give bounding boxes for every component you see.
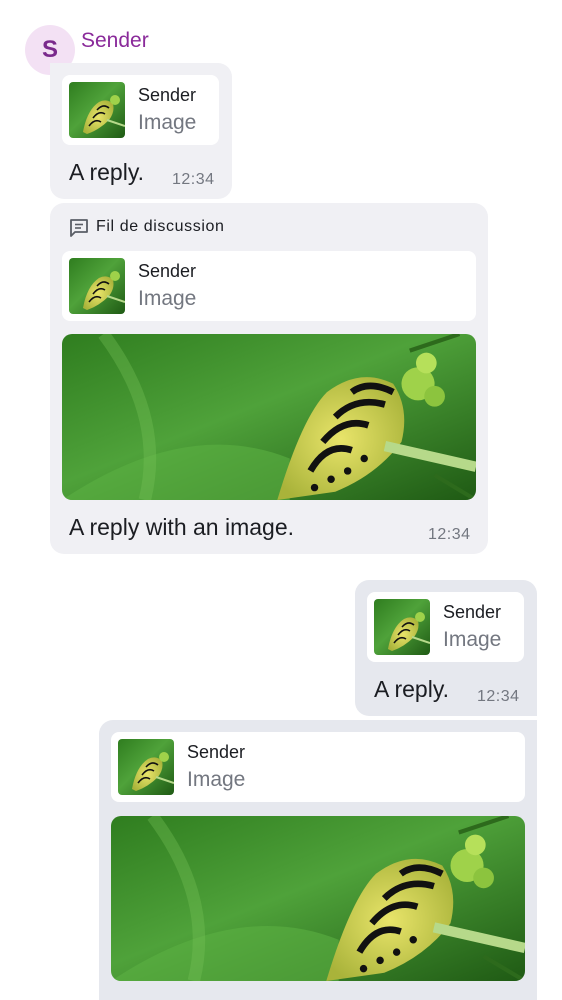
message-text: A reply. bbox=[69, 159, 144, 185]
thread-icon bbox=[68, 217, 90, 239]
caterpillar-thumbnail-icon bbox=[69, 82, 125, 138]
message-timestamp: 12:34 bbox=[428, 526, 471, 543]
reply-sender-name: Sender bbox=[187, 742, 246, 762]
reply-sender-name: Sender bbox=[138, 261, 197, 281]
reply-preview[interactable]: Sender Image bbox=[62, 75, 219, 145]
reply-content-type: Image bbox=[138, 287, 197, 310]
message-bubble[interactable]: Fil de discussion Sender Image A reply w… bbox=[50, 203, 488, 554]
reply-content-type: Image bbox=[187, 768, 246, 791]
chat-timeline: S Sender Sender Image A reply. 12:34 Fil… bbox=[0, 0, 562, 1000]
caterpillar-photo[interactable] bbox=[111, 816, 525, 981]
reply-preview[interactable]: Sender Image bbox=[367, 592, 524, 662]
avatar-letter: S bbox=[41, 36, 58, 63]
message-bubble[interactable]: Sender Image A reply. 12:34 bbox=[355, 580, 537, 716]
reply-sender-name: Sender bbox=[443, 602, 502, 622]
caterpillar-thumbnail-icon bbox=[374, 599, 430, 655]
caterpillar-thumbnail-icon bbox=[69, 258, 125, 314]
message-timestamp: 12:34 bbox=[477, 688, 520, 705]
message-bubble[interactable]: Sender Image A reply. 12:34 bbox=[50, 63, 232, 199]
reply-content-type: Image bbox=[138, 111, 197, 134]
reply-preview[interactable]: Sender Image bbox=[62, 251, 476, 321]
reply-content-type: Image bbox=[443, 628, 502, 651]
message-text: A reply with an image. bbox=[69, 514, 295, 540]
caterpillar-photo[interactable] bbox=[62, 334, 476, 500]
sender-name[interactable]: Sender bbox=[81, 29, 149, 53]
reply-preview[interactable]: Sender Image bbox=[111, 732, 525, 802]
reply-sender-name: Sender bbox=[138, 85, 197, 105]
caterpillar-thumbnail-icon bbox=[118, 739, 174, 795]
message-timestamp: 12:34 bbox=[172, 171, 215, 188]
message-bubble[interactable]: Sender Image bbox=[99, 720, 537, 1000]
thread-label[interactable]: Fil de discussion bbox=[96, 218, 224, 236]
message-text: A reply. bbox=[374, 676, 449, 702]
